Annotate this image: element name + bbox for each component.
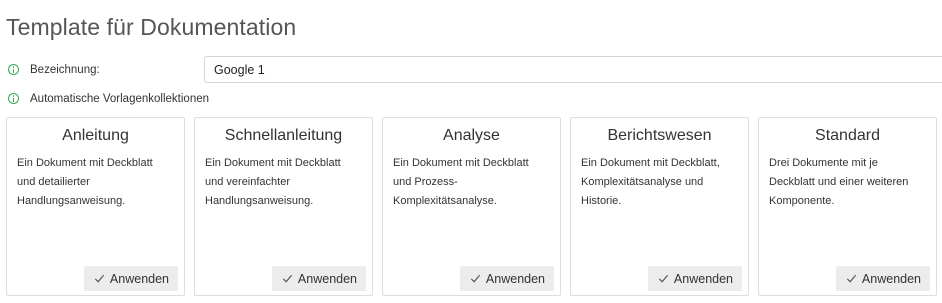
card-title: Berichtswesen: [607, 127, 712, 144]
check-icon: [846, 274, 856, 283]
apply-button-label: Anwenden: [861, 271, 921, 286]
check-icon: [470, 274, 480, 283]
card-description-line: Komplexitätsanalyse.: [393, 195, 497, 207]
check-icon: [658, 274, 668, 283]
name-input[interactable]: [204, 56, 942, 83]
card-description: Drei Dokumente mit je Deckblatt und eine…: [769, 154, 928, 211]
card-description-line: Komplexitätsanalyse und: [581, 176, 704, 188]
card-title: Schnellanleitung: [224, 127, 343, 144]
collections-label: Automatische Vorlagenkollektionen: [30, 93, 210, 105]
card-description-line: Ein Dokument mit Deckblatt: [205, 157, 341, 169]
card-description-line: und detailierter: [17, 176, 90, 188]
card-description-line: Drei Dokumente mit je: [769, 157, 878, 169]
card-description-line: und Prozess-: [393, 176, 458, 188]
template-card-standard: Standard Drei Dokumente mit je Deckblatt…: [758, 117, 937, 296]
name-field-label: Bezeichnung:: [30, 64, 100, 76]
card-description: Ein Dokument mit Deckblatt und detailier…: [17, 154, 176, 211]
card-description-line: Ein Dokument mit Deckblatt: [17, 157, 153, 169]
card-title: Standard: [815, 127, 880, 144]
apply-button[interactable]: Anwenden: [835, 266, 930, 291]
check-icon: [282, 274, 292, 283]
apply-button[interactable]: Anwenden: [459, 266, 554, 291]
apply-button-label: Anwenden: [297, 271, 357, 286]
card-description-line: Ein Dokument mit Deckblatt,: [581, 157, 720, 169]
apply-button-label: Anwenden: [673, 271, 733, 286]
info-icon: [8, 64, 19, 75]
template-card-analyse: Analyse Ein Dokument mit Deckblatt und P…: [382, 117, 561, 296]
page-title: Template für Dokumentation: [6, 14, 297, 40]
apply-button[interactable]: Anwenden: [647, 266, 742, 291]
card-description: Ein Dokument mit Deckblatt und vereinfac…: [205, 154, 364, 211]
apply-button[interactable]: Anwenden: [83, 266, 178, 291]
card-description: Ein Dokument mit Deckblatt und Prozess- …: [393, 154, 552, 211]
check-icon: [94, 274, 104, 283]
card-description-line: und vereinfachter: [205, 176, 290, 188]
apply-button-label: Anwenden: [485, 271, 545, 286]
card-description: Ein Dokument mit Deckblatt, Komplexitäts…: [581, 154, 740, 211]
template-card-schnellanleitung: Schnellanleitung Ein Dokument mit Deckbl…: [194, 117, 373, 296]
apply-button[interactable]: Anwenden: [271, 266, 366, 291]
card-description-line: Deckblatt und einer weiteren: [769, 176, 909, 188]
card-title: Anleitung: [62, 127, 129, 144]
card-description-line: Handlungsanweisung.: [205, 195, 314, 207]
apply-button-label: Anwenden: [109, 271, 169, 286]
card-description-line: Historie.: [581, 195, 622, 207]
info-icon: [8, 93, 19, 104]
card-description-line: Handlungsanweisung.: [17, 195, 126, 207]
card-description-line: Ein Dokument mit Deckblatt: [393, 157, 529, 169]
template-card-anleitung: Anleitung Ein Dokument mit Deckblatt und…: [6, 117, 185, 296]
card-description-line: Komponente.: [769, 195, 835, 207]
card-title: Analyse: [443, 127, 500, 144]
template-card-berichtswesen: Berichtswesen Ein Dokument mit Deckblatt…: [570, 117, 749, 296]
